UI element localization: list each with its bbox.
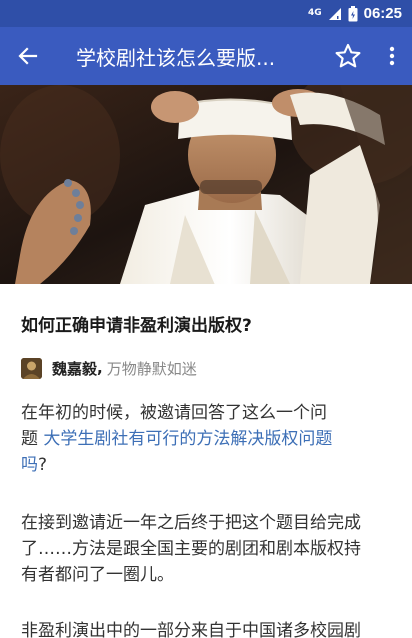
favorite-button[interactable] — [324, 27, 372, 85]
paragraph-line: 在年初的时候，被邀请回答了这么一个问 — [21, 403, 327, 423]
avatar[interactable] — [21, 357, 42, 379]
status-bar: 4G 06:25 — [0, 0, 412, 27]
author-signature: 万物静默如迷 — [106, 359, 197, 378]
paragraph-line: 题 大学生剧社有可行的方法解决版权问题 — [21, 426, 396, 452]
author-row[interactable]: 魏嘉毅 , 万物静默如迷 — [21, 357, 197, 379]
paragraph-line: 非盈利演出中的一部分来自于中国诸多校园剧 — [21, 621, 361, 638]
answer-paragraph-2: 在接到邀请近一年之后终于把这个题目给完成 了……方法是跟全国主要的剧团和剧本版权… — [21, 510, 396, 588]
answer-paragraph-3: 非盈利演出中的一部分来自于中国诸多校园剧 — [21, 618, 396, 638]
signal-icon — [328, 7, 341, 20]
stage-photo — [0, 85, 412, 284]
arrow-left-icon — [18, 47, 38, 65]
clock: 06:25 — [363, 5, 402, 22]
author-separator: , — [97, 359, 103, 377]
question-link[interactable]: 大学生剧社有可行的方法解决版权问题 — [43, 429, 332, 449]
question-link-continued[interactable]: 吗 — [21, 455, 38, 475]
page-title: 学校剧社该怎么要版... — [76, 45, 276, 70]
header-image — [0, 85, 412, 284]
more-vertical-icon — [389, 46, 395, 66]
paragraph-text: ? — [38, 455, 48, 475]
avatar-image — [21, 357, 42, 379]
back-button[interactable] — [0, 27, 56, 85]
answer-paragraph-1: 在年初的时候，被邀请回答了这么一个问 题 大学生剧社有可行的方法解决版权问题 吗… — [21, 400, 396, 478]
paragraph-line: 吗? — [21, 452, 396, 478]
paragraph-line: 在接到邀请近一年之后终于把这个题目给完成 — [21, 513, 361, 533]
network-indicator: 4G — [307, 8, 322, 18]
star-outline-icon — [335, 43, 361, 68]
question-title[interactable]: 如何正确申请非盈利演出版权? — [21, 311, 252, 336]
paragraph-line: 了……方法是跟全国主要的剧团和剧本版权持 — [21, 539, 361, 559]
app-bar: 学校剧社该怎么要版... — [0, 27, 412, 85]
paragraph-text: 题 — [21, 429, 44, 449]
battery-icon — [348, 5, 358, 21]
paragraph-line: 有者都问了一圈儿。 — [21, 565, 174, 585]
more-options-button[interactable] — [372, 27, 412, 85]
author-name[interactable]: 魏嘉毅 — [52, 358, 97, 379]
